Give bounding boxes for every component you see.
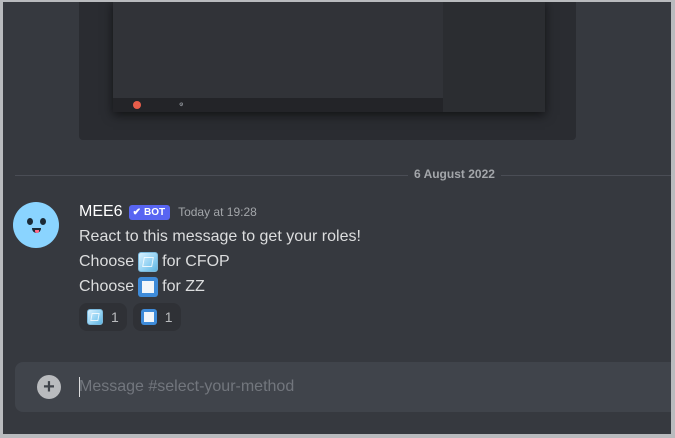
date-divider-label: 6 August 2022 (408, 167, 501, 181)
text-caret (79, 377, 80, 397)
message-composer: + (15, 362, 671, 412)
plus-circle-icon[interactable]: + (37, 375, 61, 399)
embedded-screenshot: ⚙ (113, 2, 545, 112)
message-line: Choose for ZZ (79, 277, 205, 297)
mini-avatar-icon (133, 101, 141, 109)
reactions-bar: 1 1 (79, 303, 181, 331)
message-line: React to this message to get your roles! (79, 228, 361, 245)
mini-controls-icon: ⚙ (179, 102, 186, 108)
mee6-avatar[interactable] (13, 202, 59, 248)
message-input[interactable] (79, 374, 639, 400)
reaction-count: 1 (164, 309, 173, 325)
white-square-button-emoji-icon (138, 277, 159, 297)
bot-badge: ✔ BOT (128, 204, 171, 220)
checkmark-icon: ✔ (132, 206, 141, 218)
date-divider (15, 175, 671, 176)
message-line: Choose for CFOP (79, 252, 230, 272)
reaction-white-square[interactable]: 1 (132, 303, 181, 331)
reaction-count: 1 (111, 309, 119, 325)
ice-cube-emoji-icon (87, 309, 103, 325)
white-square-button-emoji-icon (140, 309, 157, 325)
ice-cube-emoji-icon (138, 252, 159, 272)
author-name[interactable]: MEE6 (79, 203, 123, 221)
bot-badge-label: BOT (143, 206, 166, 218)
reaction-ice-cube[interactable]: 1 (79, 303, 127, 331)
attached-image[interactable]: ⚙ (79, 2, 576, 140)
message-header: MEE6 ✔ BOT Today at 19:28 (79, 201, 257, 223)
message-timestamp: Today at 19:28 (178, 205, 257, 219)
chat-window: ⚙ 6 August 2022 MEE6 ✔ BOT Today at 19:2… (3, 2, 671, 434)
